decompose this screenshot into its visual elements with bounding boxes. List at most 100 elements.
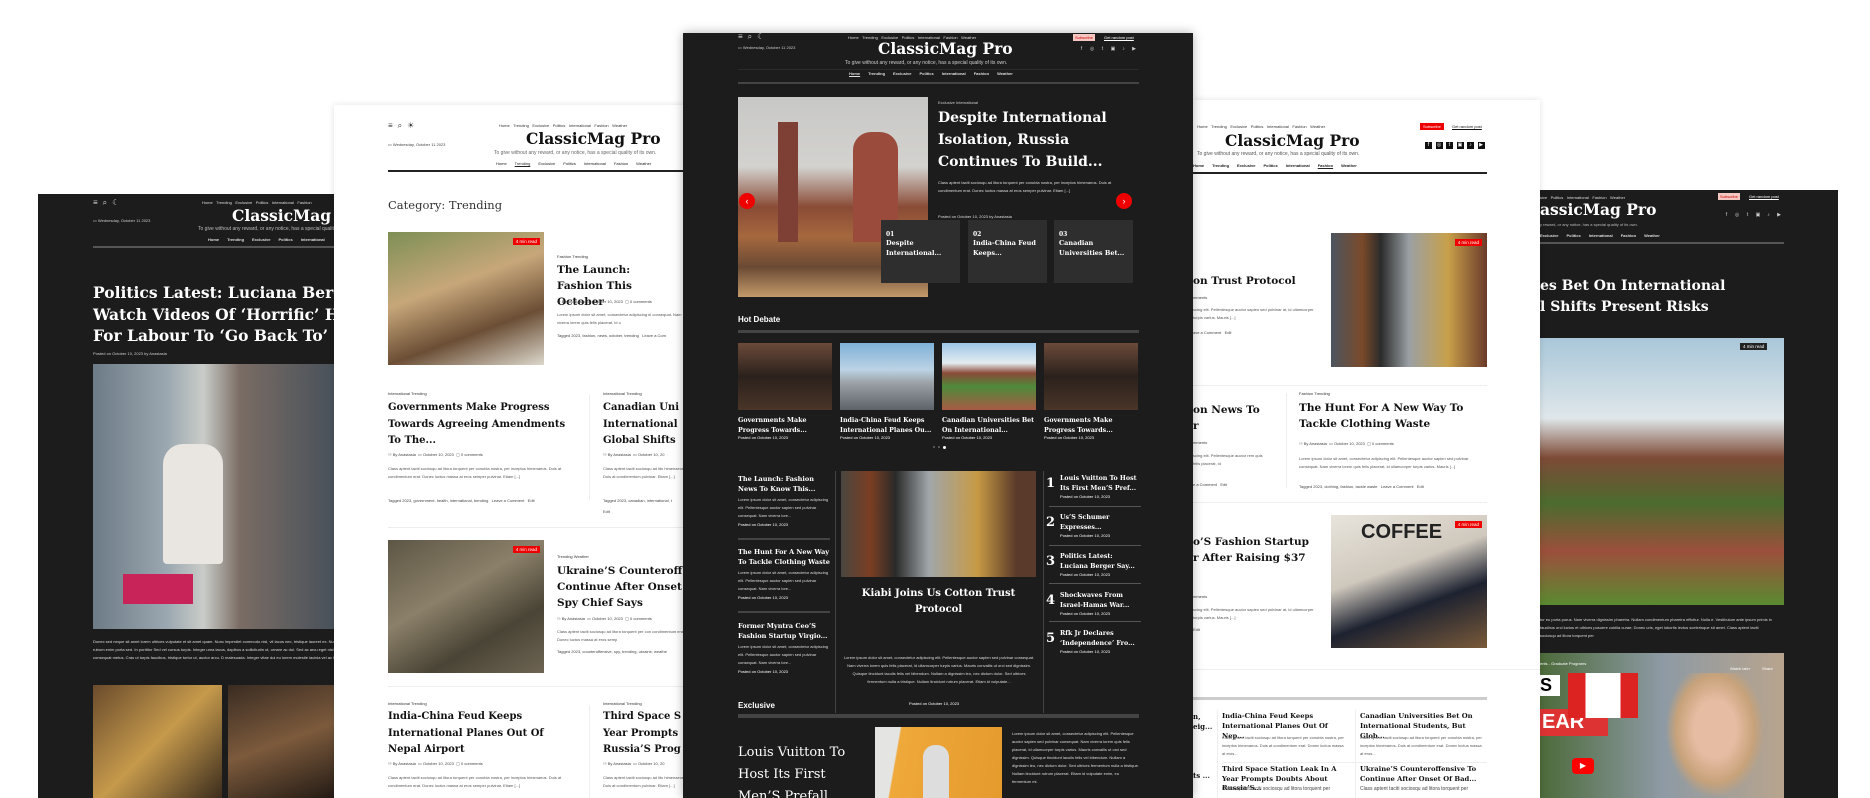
post-title[interactable]: India-China Feud Keeps International Pla…	[388, 709, 578, 759]
top-nav-item[interactable]: Home	[499, 123, 510, 128]
post-categories[interactable]: International Trending	[603, 391, 642, 396]
exclusive-title[interactable]: Louis Vuitton To Host Its First Men’S Pr…	[738, 742, 868, 798]
vk-icon[interactable]: ▣	[1110, 46, 1117, 53]
nav-item[interactable]: International	[1589, 233, 1613, 238]
top-nav-item[interactable]: Politics	[553, 123, 566, 128]
nav-item[interactable]: Weather	[997, 71, 1013, 76]
site-title[interactable]: ClassicMag P	[232, 206, 334, 225]
nav-item[interactable]: Fashion	[614, 161, 628, 166]
ranked-item[interactable]: 3 Politics Latest: Luciana Berger Say...…	[1046, 552, 1139, 577]
twitter-icon[interactable]: t	[1099, 46, 1106, 53]
top-nav-item[interactable]: Exclusive	[1230, 124, 1247, 129]
top-nav-item[interactable]: Exclusive	[235, 200, 252, 205]
clipped-title[interactable]: eig...	[1193, 722, 1212, 731]
instagram-icon[interactable]: ◎	[1435, 142, 1443, 149]
nav-item[interactable]: Politics	[278, 237, 292, 242]
tiktok-icon[interactable]: ♪	[1120, 46, 1127, 53]
nav-item[interactable]: International	[584, 161, 606, 166]
ranked-item[interactable]: 2 Us’S Schumer Expresses... Posted on Oct…	[1046, 513, 1139, 538]
tiktok-icon[interactable]: ♪	[1765, 212, 1772, 219]
youtube-icon[interactable]: ▶	[1776, 212, 1783, 219]
list-item[interactable]: The Hunt For A New Way To Tackle Clothin…	[738, 547, 831, 600]
site-title[interactable]: assicMag Pro	[1540, 200, 1656, 219]
facebook-icon[interactable]: f	[1078, 46, 1085, 53]
top-nav-item[interactable]: Weather	[612, 123, 627, 128]
top-nav-item[interactable]: Politics	[256, 200, 269, 205]
site-title[interactable]: ClassicMag Pro	[878, 39, 1013, 58]
nav-item[interactable]: Home	[208, 237, 219, 242]
top-nav-item[interactable]: Home	[848, 35, 859, 40]
post-title[interactable]: Ukraine’S Counteroff Continue After Onse…	[557, 563, 687, 611]
subscribe-button[interactable]: Subscribe	[1718, 193, 1740, 200]
nav-item[interactable]: Politics	[563, 161, 576, 166]
nav-item[interactable]: Exclusive	[1540, 233, 1558, 238]
post-categories[interactable]: Trending Weather	[557, 554, 589, 559]
youtube-icon[interactable]: ▶	[1131, 46, 1138, 53]
instagram-icon[interactable]: ◎	[1089, 46, 1096, 53]
hero-categories[interactable]: Exclusive International	[938, 100, 978, 105]
carousel-dot[interactable]	[933, 446, 935, 448]
top-nav-item[interactable]: Exclusive	[532, 123, 549, 128]
carousel-image[interactable]	[1044, 343, 1138, 410]
nav-item[interactable]: Fashion	[974, 71, 989, 76]
facebook-icon[interactable]: f	[1425, 142, 1432, 149]
nav-item[interactable]: Fashion	[1621, 233, 1636, 238]
nav-item[interactable]: Exclusive	[893, 71, 911, 76]
slider-card[interactable]: 02 India-China Feud Keeps...	[968, 220, 1047, 283]
nav-item[interactable]: Exclusive	[1237, 163, 1255, 168]
nav-item[interactable]: Weather	[1341, 163, 1357, 168]
nav-item[interactable]: Politics	[1566, 233, 1580, 238]
top-nav-item[interactable]: Trending	[1211, 124, 1227, 129]
watch-later-button[interactable]: Watch later	[1730, 666, 1750, 671]
nav-item[interactable]: Weather	[1644, 233, 1660, 238]
instagram-icon[interactable]: ◎	[1734, 212, 1741, 219]
top-nav-item[interactable]: Politics	[1251, 124, 1264, 129]
list-item[interactable]: Former Myntra Ceo’S Fashion Startup Virg…	[738, 621, 831, 674]
nav-item[interactable]: International	[301, 237, 325, 242]
grid-post-title[interactable]: Ukraine’S Counteroffensive To Continue A…	[1360, 765, 1490, 784]
site-title[interactable]: ClassicMag Pro	[1225, 131, 1360, 150]
post-categories[interactable]: Fashion Trending	[1299, 391, 1330, 396]
nav-item-active[interactable]: Home	[849, 71, 860, 76]
carousel-dot[interactable]	[938, 446, 940, 448]
top-nav-item[interactable]: Trending	[862, 35, 878, 40]
site-title[interactable]: ClassicMag Pro	[526, 129, 661, 148]
post-title[interactable]: on News To r	[1193, 402, 1263, 434]
vk-icon[interactable]: ▣	[1755, 212, 1762, 219]
carousel-title[interactable]: Governments Make Progress Towards...	[738, 416, 832, 436]
nav-item[interactable]: Trending	[227, 237, 244, 242]
top-nav-item[interactable]: Fashion	[1292, 124, 1306, 129]
post-title[interactable]: on Trust Protocol	[1193, 275, 1296, 287]
nav-item[interactable]: Exclusive	[538, 161, 555, 166]
nav-item[interactable]: Politics	[919, 71, 933, 76]
carousel-image[interactable]	[942, 343, 1036, 410]
post-thumbnail[interactable]: 4 min read	[388, 540, 544, 673]
nav-item[interactable]: Home	[1193, 163, 1204, 168]
sun-icon[interactable]: ☀	[407, 122, 414, 130]
carousel-title[interactable]: India-China Feud Keeps International Pla…	[840, 416, 934, 436]
clipped-title[interactable]: ts ...	[1193, 771, 1210, 780]
top-nav-item[interactable]: Trending	[513, 123, 529, 128]
carousel-image[interactable]	[738, 343, 832, 410]
edit-link[interactable]: Edit	[603, 509, 610, 514]
nav-item[interactable]: International	[942, 71, 966, 76]
vk-icon[interactable]: ▣	[1456, 142, 1464, 149]
menu-icon[interactable]: ≡	[93, 199, 98, 207]
nav-item[interactable]: International	[1286, 163, 1310, 168]
menu-icon[interactable]: ≡	[738, 33, 743, 41]
nav-item[interactable]: Home	[496, 161, 507, 166]
subscribe-button[interactable]: Subscribe	[1420, 123, 1444, 130]
ranked-item[interactable]: 5 Rfk Jr Declares ‘Independence’ Fro... P…	[1046, 629, 1139, 654]
post-categories[interactable]: International Trending	[603, 701, 642, 706]
youtube-icon[interactable]: ▶	[1477, 142, 1485, 149]
list-item[interactable]: The Launch: Fashion News To Know This...…	[738, 474, 831, 527]
post-categories[interactable]: International Trending	[388, 391, 427, 396]
ranked-item[interactable]: 1 Louis Vuitton To Host Its First Men’S …	[1046, 474, 1139, 499]
top-nav-item[interactable]: International	[272, 200, 294, 205]
post-categories[interactable]: Fashion Trending	[557, 254, 588, 259]
slider-card[interactable]: 01 Despite International...	[881, 220, 960, 283]
youtube-play-button[interactable]: ▶	[1572, 758, 1594, 774]
search-icon[interactable]: ⌕	[748, 33, 752, 41]
hero-title[interactable]: Despite International Isolation, Russia …	[938, 107, 1118, 173]
top-nav-item[interactable]: Home	[1197, 124, 1208, 129]
